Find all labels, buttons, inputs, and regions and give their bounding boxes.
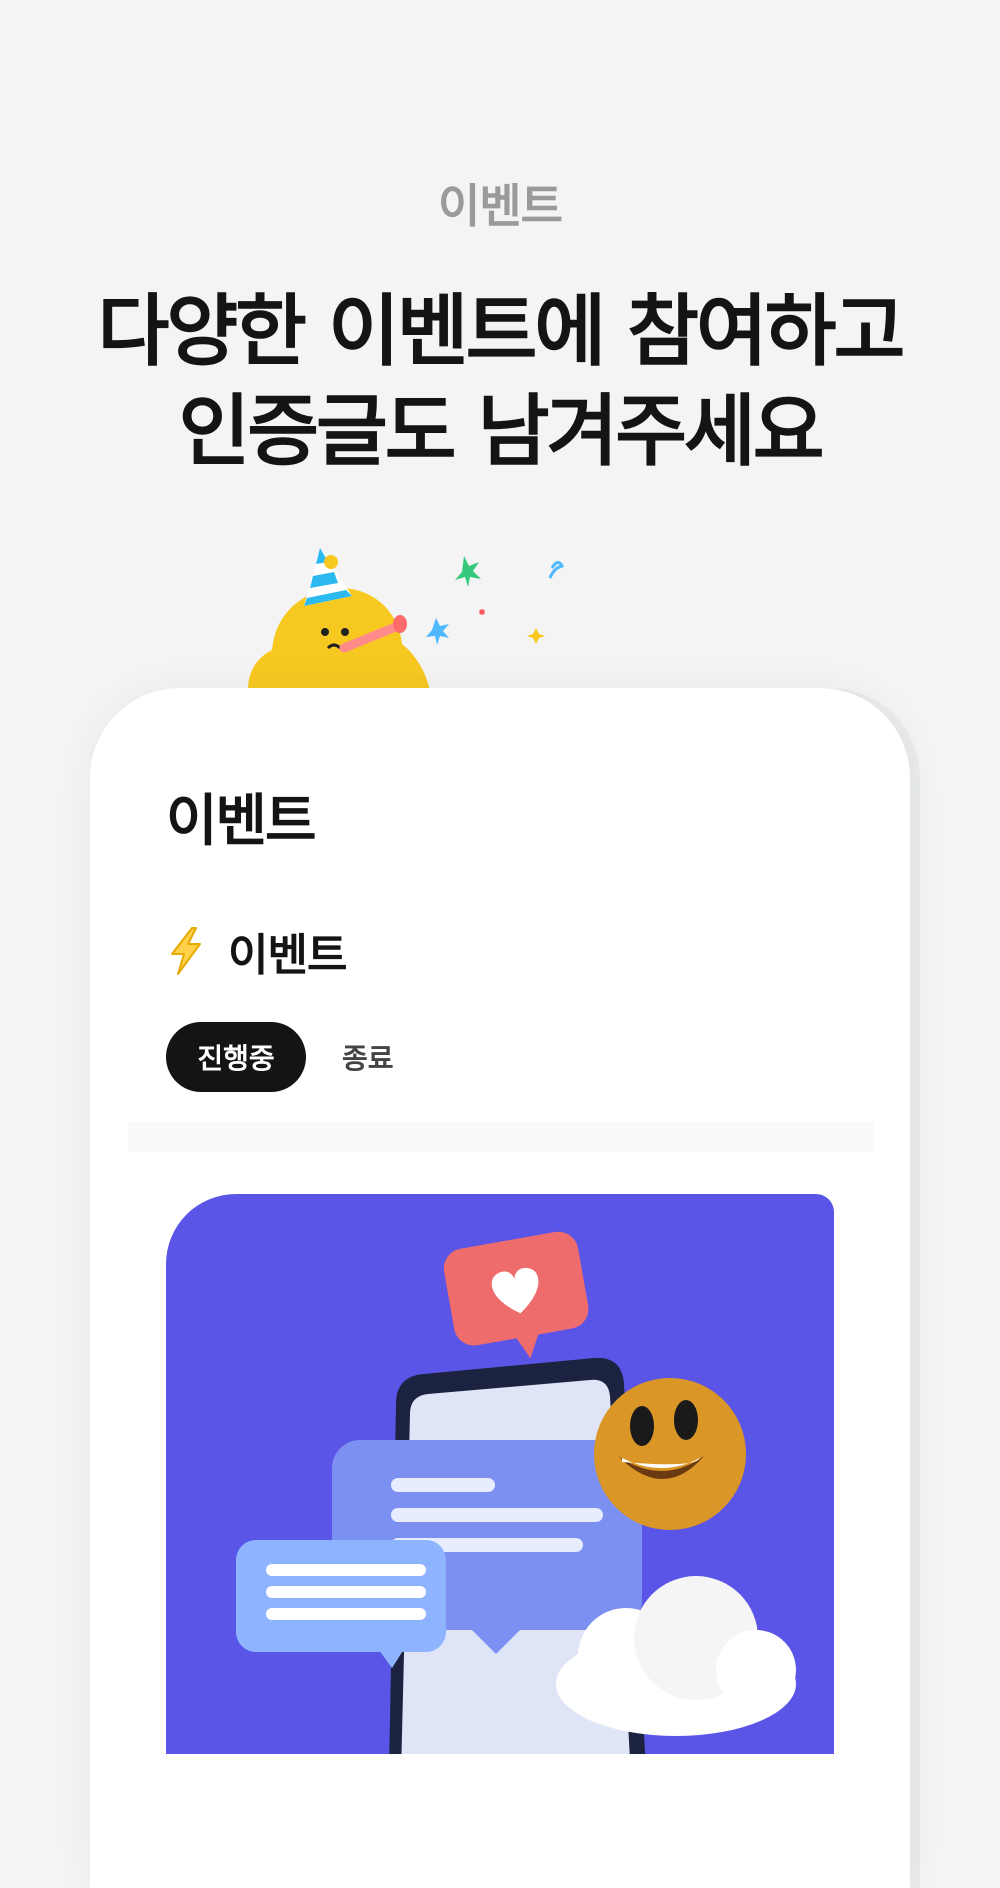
promo-headline: 다양한 이벤트에 참여하고 인증글도 남겨주세요 — [0, 282, 1000, 482]
headline-line-1: 다양한 이벤트에 참여하고 — [97, 287, 906, 377]
tab-ongoing[interactable]: 진행중 — [166, 1022, 306, 1092]
tab-ended[interactable]: 종료 — [342, 1037, 394, 1077]
promo-eyebrow: 이벤트 — [438, 179, 563, 233]
phone-chat-illustration — [236, 1231, 796, 1754]
event-status-tabs: 진행중 종료 — [166, 1022, 394, 1092]
headline-line-2: 인증글도 남겨주세요 — [178, 387, 825, 477]
page-title: 이벤트 — [166, 789, 317, 854]
section-header: 이벤트 — [166, 924, 347, 981]
lightning-icon — [171, 927, 201, 975]
party-mascot-illustration — [248, 548, 565, 690]
section-title: 이벤트 — [228, 930, 347, 981]
app-screen-card: 이벤트 이벤트 진행중 종료 — [90, 688, 910, 1888]
event-banner[interactable] — [166, 1194, 834, 1754]
section-divider — [128, 1122, 874, 1152]
